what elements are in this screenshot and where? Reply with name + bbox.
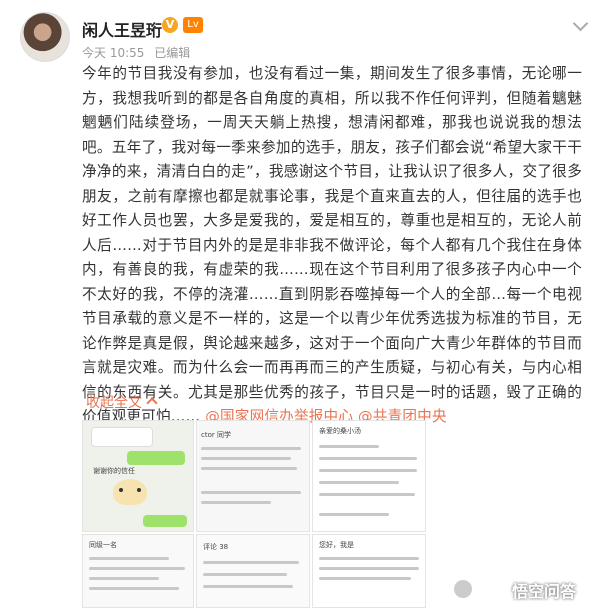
image-caption: 评论 38	[203, 543, 229, 551]
verified-icon: V	[162, 17, 178, 33]
image-caption: 亲爱的桑小汤	[319, 427, 361, 435]
chevron-up-icon	[146, 397, 158, 409]
wukong-logo-icon	[452, 578, 474, 600]
collapse-button[interactable]: 收起全文	[86, 392, 158, 412]
author-name[interactable]: 闲人王昱珩	[82, 17, 162, 41]
text-line	[201, 491, 301, 494]
edited-label: 已编辑	[154, 46, 191, 60]
avatar[interactable]	[20, 12, 70, 62]
text-line	[201, 467, 297, 470]
post-meta: 今天 10:55 已编辑	[82, 44, 196, 61]
text-line	[89, 587, 179, 590]
text-line	[203, 573, 287, 576]
text-line	[319, 493, 415, 496]
chevron-down-icon[interactable]	[572, 15, 589, 32]
text-line	[203, 561, 299, 564]
text-line	[89, 567, 185, 570]
text-line	[319, 557, 419, 560]
text-line	[319, 457, 417, 460]
text-line	[319, 481, 399, 484]
level-badge-icon: Lv	[183, 17, 203, 33]
image-thumbnail[interactable]: 同级一名	[82, 534, 194, 608]
post-body: 今年的节目我没有参加，也没有看过一集，期间发生了很多事情，无论哪一方，我想我听到…	[82, 62, 582, 430]
image-thumbnail[interactable]: 评论 38	[196, 534, 310, 608]
image-thumbnail[interactable]: 亲爱的桑小汤	[312, 420, 426, 532]
collapse-label: 收起全文	[86, 395, 142, 411]
image-caption: 谢谢你的信任	[93, 467, 135, 475]
watermark: 悟空问答	[511, 582, 576, 601]
image-thumbnail[interactable]: 谢谢你的信任	[82, 420, 194, 532]
image-caption: 同级一名	[89, 541, 117, 549]
text-line	[201, 501, 271, 504]
image-caption: ctor 同学	[201, 431, 231, 439]
text-line	[319, 469, 417, 472]
text-line	[201, 447, 301, 450]
image-grid: 谢谢你的信任 ctor 同学 亲爱的桑小汤 同级一名 评论 38 您好，我是 悟…	[82, 420, 590, 608]
text-line	[319, 445, 379, 448]
post-text: 今年的节目我没有参加，也没有看过一集，期间发生了很多事情，无论哪一方，我想我听到…	[82, 65, 582, 425]
chat-bubble	[91, 427, 153, 447]
text-line	[319, 513, 389, 516]
post-time: 今天 10:55	[82, 46, 145, 60]
image-caption: 您好，我是	[319, 541, 354, 549]
cat-sticker-icon	[113, 479, 147, 505]
chat-bubble	[127, 451, 185, 465]
text-line	[201, 457, 291, 460]
text-line	[89, 577, 159, 580]
text-line	[203, 585, 293, 588]
chat-bubble	[143, 515, 187, 527]
text-line	[319, 567, 419, 570]
text-line	[89, 557, 169, 560]
image-thumbnail[interactable]: 您好，我是	[312, 534, 426, 608]
post-header: 闲人王昱珩 V Lv 今天 10:55 已编辑	[20, 12, 590, 68]
text-line	[319, 577, 411, 580]
image-thumbnail[interactable]: ctor 同学	[196, 420, 310, 532]
